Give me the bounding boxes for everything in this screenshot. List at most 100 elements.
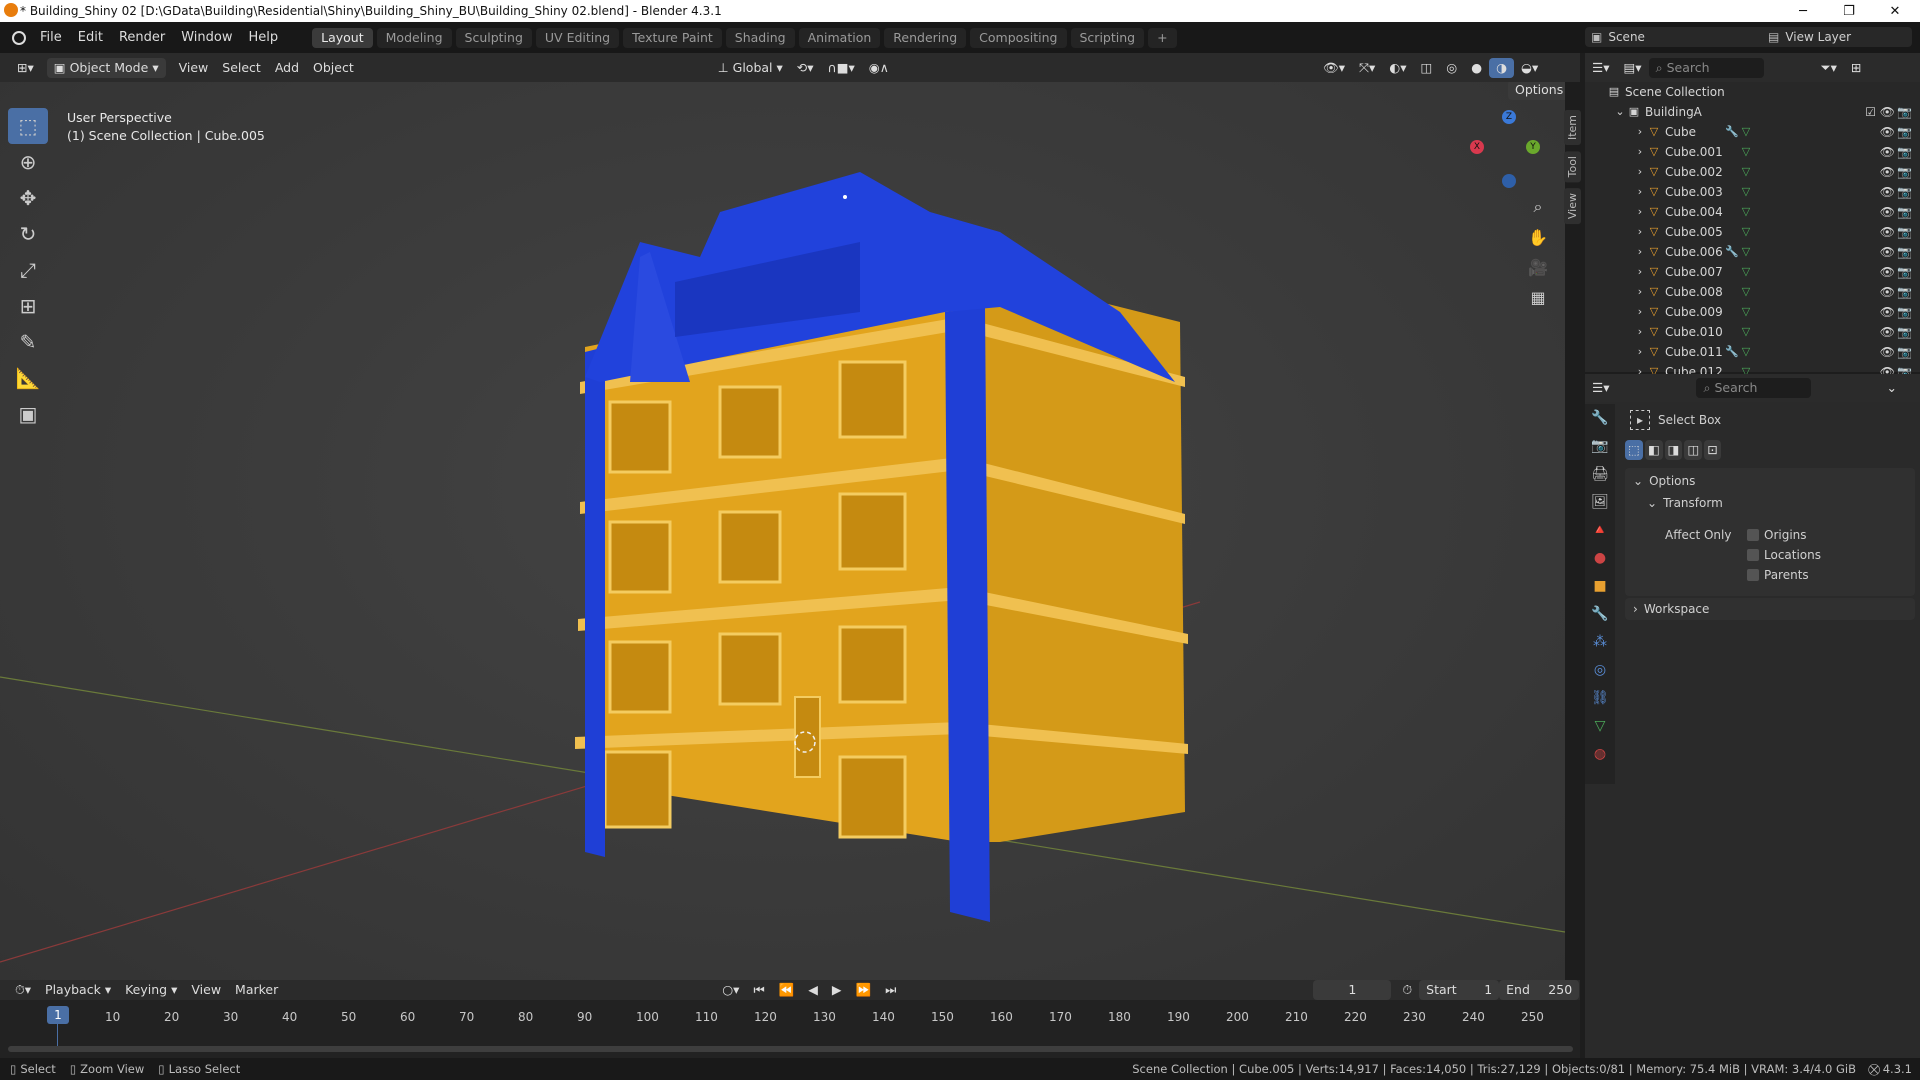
gizmo-neg-z[interactable] bbox=[1502, 174, 1516, 188]
chevron-right-icon[interactable]: › bbox=[1633, 165, 1647, 179]
outliner-object-row[interactable]: › ▽ Cube.006 🔧 ▽ 👁 📷 bbox=[1585, 242, 1920, 262]
select-intersect-icon[interactable]: ⊡ bbox=[1704, 440, 1721, 460]
mesh-data-icon[interactable]: ▽ bbox=[1739, 285, 1753, 299]
chevron-right-icon[interactable]: › bbox=[1633, 325, 1647, 339]
navigation-gizmo[interactable]: Z X Y bbox=[1470, 110, 1550, 190]
play-icon[interactable]: ▶ bbox=[825, 980, 849, 1000]
scene-selector[interactable]: ▣ Scene bbox=[1585, 27, 1775, 47]
exclude-checkbox-icon[interactable]: ☑ bbox=[1865, 105, 1876, 119]
origins-checkbox[interactable]: Origins bbox=[1747, 528, 1807, 542]
tab-tool[interactable]: Tool bbox=[1564, 151, 1581, 183]
camera-icon[interactable]: 📷 bbox=[1897, 105, 1912, 119]
chevron-down-icon[interactable]: ⌄ bbox=[1879, 378, 1903, 398]
chevron-right-icon[interactable]: › bbox=[1633, 145, 1647, 159]
shading-solid-icon[interactable]: ● bbox=[1464, 58, 1489, 78]
3d-viewport[interactable]: ⬚ ⊕ ✥ ↻ ⤢ ⊞ ✎ 📐 ▣ User Perspective (1) S… bbox=[0, 82, 1565, 980]
camera-icon[interactable]: 📷 bbox=[1897, 265, 1912, 279]
transform-subpanel-header[interactable]: ⌄ Transform bbox=[1625, 494, 1915, 512]
close-button[interactable]: ✕ bbox=[1872, 0, 1918, 22]
outliner-object-row[interactable]: › ▽ Cube.010 ▽ 👁 📷 bbox=[1585, 322, 1920, 342]
camera-icon[interactable]: 📷 bbox=[1897, 305, 1912, 319]
parents-checkbox[interactable]: Parents bbox=[1747, 568, 1809, 582]
chevron-down-icon[interactable]: ⌄ bbox=[1613, 105, 1627, 119]
eye-icon[interactable]: 👁 bbox=[1880, 145, 1895, 159]
modifier-icon[interactable]: 🔧 bbox=[1725, 345, 1739, 359]
menu-keying[interactable]: Keying ▾ bbox=[118, 980, 184, 1000]
eye-icon[interactable]: 👁 bbox=[1880, 245, 1895, 259]
outliner-object-row[interactable]: › ▽ Cube.003 ▽ 👁 📷 bbox=[1585, 182, 1920, 202]
next-keyframe-icon[interactable]: ⏩ bbox=[849, 980, 879, 1000]
eye-icon[interactable]: 👁 bbox=[1880, 285, 1895, 299]
mesh-data-icon[interactable]: ▽ bbox=[1739, 205, 1753, 219]
pivot-point-icon[interactable]: ⟲▾ bbox=[790, 58, 821, 78]
proportional-edit-icon[interactable]: ◉∧ bbox=[862, 58, 896, 78]
outliner-object-row[interactable]: › ▽ Cube 🔧 ▽ 👁 📷 bbox=[1585, 122, 1920, 142]
data-tab-icon[interactable]: ▽ bbox=[1585, 712, 1615, 740]
scale-tool-icon[interactable]: ⤢ bbox=[8, 252, 48, 288]
camera-icon[interactable]: 📷 bbox=[1897, 185, 1912, 199]
material-tab-icon[interactable]: ◍ bbox=[1585, 740, 1615, 768]
menu-window[interactable]: Window bbox=[173, 30, 240, 45]
tab-sculpting[interactable]: Sculpting bbox=[455, 27, 532, 48]
display-mode-icon[interactable]: ▤▾ bbox=[1616, 58, 1648, 78]
preview-range-icon[interactable]: ⏱ bbox=[1395, 980, 1419, 1000]
menu-edit[interactable]: Edit bbox=[70, 30, 111, 45]
modifier-icon[interactable]: 🔧 bbox=[1725, 125, 1739, 139]
chevron-right-icon[interactable]: › bbox=[1633, 345, 1647, 359]
constraints-tab-icon[interactable]: ⛓ bbox=[1585, 684, 1615, 712]
outliner-root-row[interactable]: ▤ Scene Collection bbox=[1585, 82, 1920, 102]
camera-icon[interactable]: 📷 bbox=[1897, 345, 1912, 359]
outliner-object-row[interactable]: › ▽ Cube.002 ▽ 👁 📷 bbox=[1585, 162, 1920, 182]
eye-icon[interactable]: 👁 bbox=[1880, 205, 1895, 219]
auto-keying-icon[interactable]: ○▾ bbox=[715, 980, 746, 1000]
menu-playback[interactable]: Playback ▾ bbox=[38, 980, 118, 1000]
menu-marker[interactable]: Marker bbox=[228, 980, 285, 1000]
camera-icon[interactable]: 📷 bbox=[1897, 205, 1912, 219]
world-tab-icon[interactable]: ● bbox=[1585, 544, 1615, 572]
mesh-data-icon[interactable]: ▽ bbox=[1739, 345, 1753, 359]
maximize-button[interactable]: ❐ bbox=[1826, 0, 1872, 22]
eye-icon[interactable]: 👁 bbox=[1880, 325, 1895, 339]
tab-scripting[interactable]: Scripting bbox=[1070, 27, 1145, 48]
transform-tool-icon[interactable]: ⊞ bbox=[8, 288, 48, 324]
chevron-right-icon[interactable]: › bbox=[1633, 205, 1647, 219]
mesh-data-icon[interactable]: ▽ bbox=[1739, 125, 1753, 139]
camera-icon[interactable]: 📷 bbox=[1897, 245, 1912, 259]
xray-toggle-icon[interactable]: ◫ bbox=[1413, 58, 1439, 78]
tab-view[interactable]: View bbox=[1564, 188, 1581, 225]
tab-item[interactable]: Item bbox=[1564, 110, 1581, 146]
new-collection-icon[interactable]: ⊞ bbox=[1844, 58, 1868, 78]
outliner-object-row[interactable]: › ▽ Cube.008 ▽ 👁 📷 bbox=[1585, 282, 1920, 302]
gizmo-z-axis[interactable]: Z bbox=[1502, 110, 1516, 124]
scene-tab-icon[interactable]: 🔺 bbox=[1585, 516, 1615, 544]
mesh-data-icon[interactable]: ▽ bbox=[1739, 265, 1753, 279]
select-extend-icon[interactable]: ◧ bbox=[1644, 440, 1663, 460]
outliner-object-row[interactable]: › ▽ Cube.007 ▽ 👁 📷 bbox=[1585, 262, 1920, 282]
tab-compositing[interactable]: Compositing bbox=[970, 27, 1067, 48]
camera-view-icon[interactable]: 🎥 bbox=[1523, 252, 1553, 282]
zoom-icon[interactable]: ⌕ bbox=[1523, 192, 1553, 222]
tab-modeling[interactable]: Modeling bbox=[376, 27, 452, 48]
pan-hand-icon[interactable]: ✋ bbox=[1523, 222, 1553, 252]
mesh-data-icon[interactable]: ▽ bbox=[1739, 245, 1753, 259]
tab-uv-editing[interactable]: UV Editing bbox=[535, 27, 620, 48]
gizmo-toggle-icon[interactable]: ⤧▾ bbox=[1352, 58, 1382, 78]
playhead[interactable]: 1 bbox=[47, 1006, 69, 1024]
outliner-object-row[interactable]: › ▽ Cube.001 ▽ 👁 📷 bbox=[1585, 142, 1920, 162]
chevron-right-icon[interactable]: › bbox=[1633, 225, 1647, 239]
modifier-icon[interactable]: 🔧 bbox=[1725, 245, 1739, 259]
measure-tool-icon[interactable]: 📐 bbox=[8, 360, 48, 396]
menu-object[interactable]: Object bbox=[306, 58, 361, 78]
output-tab-icon[interactable]: 🖨 bbox=[1585, 460, 1615, 488]
eye-icon[interactable]: 👁 bbox=[1880, 105, 1895, 119]
shading-wireframe-icon[interactable]: ◎ bbox=[1439, 58, 1464, 78]
chevron-right-icon[interactable]: › bbox=[1633, 125, 1647, 139]
view-layer-tab-icon[interactable]: 🖼 bbox=[1585, 488, 1615, 516]
ortho-grid-icon[interactable]: ▦ bbox=[1523, 282, 1553, 312]
blender-menu-icon[interactable] bbox=[12, 30, 26, 45]
view-layer-selector[interactable]: ▤ View Layer bbox=[1762, 27, 1912, 47]
mesh-data-icon[interactable]: ▽ bbox=[1739, 305, 1753, 319]
viewport-options-button[interactable]: Options▾ bbox=[1508, 82, 1565, 100]
eye-icon[interactable]: 👁 bbox=[1880, 345, 1895, 359]
properties-editor-icon[interactable]: ☰▾ bbox=[1585, 378, 1616, 398]
